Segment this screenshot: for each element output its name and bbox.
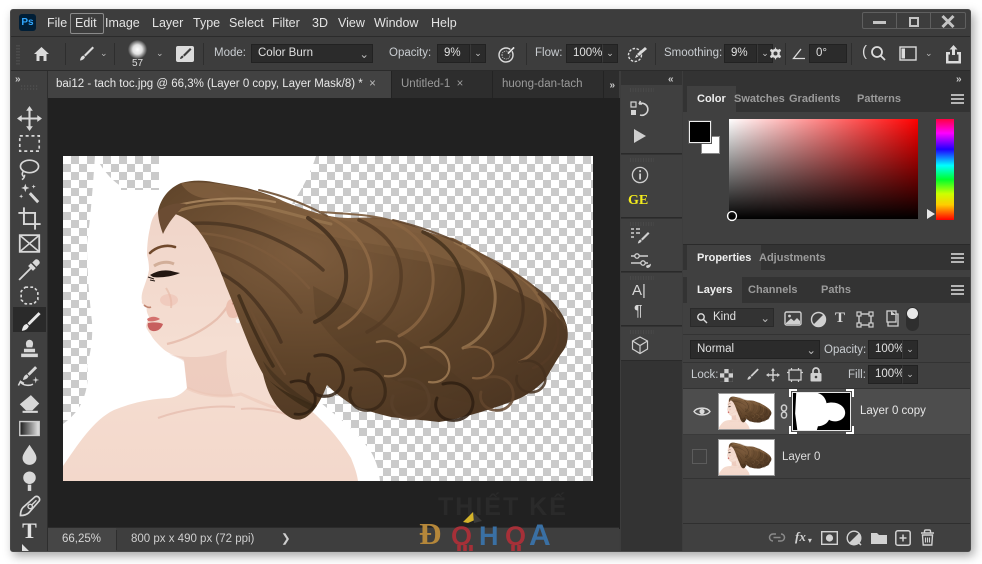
svg-text:Đ: Đ [419, 516, 441, 551]
svg-text:A: A [529, 519, 551, 552]
svg-text:H: H [479, 521, 499, 551]
svg-text:O: O [505, 521, 526, 551]
svg-text:O: O [451, 521, 472, 551]
